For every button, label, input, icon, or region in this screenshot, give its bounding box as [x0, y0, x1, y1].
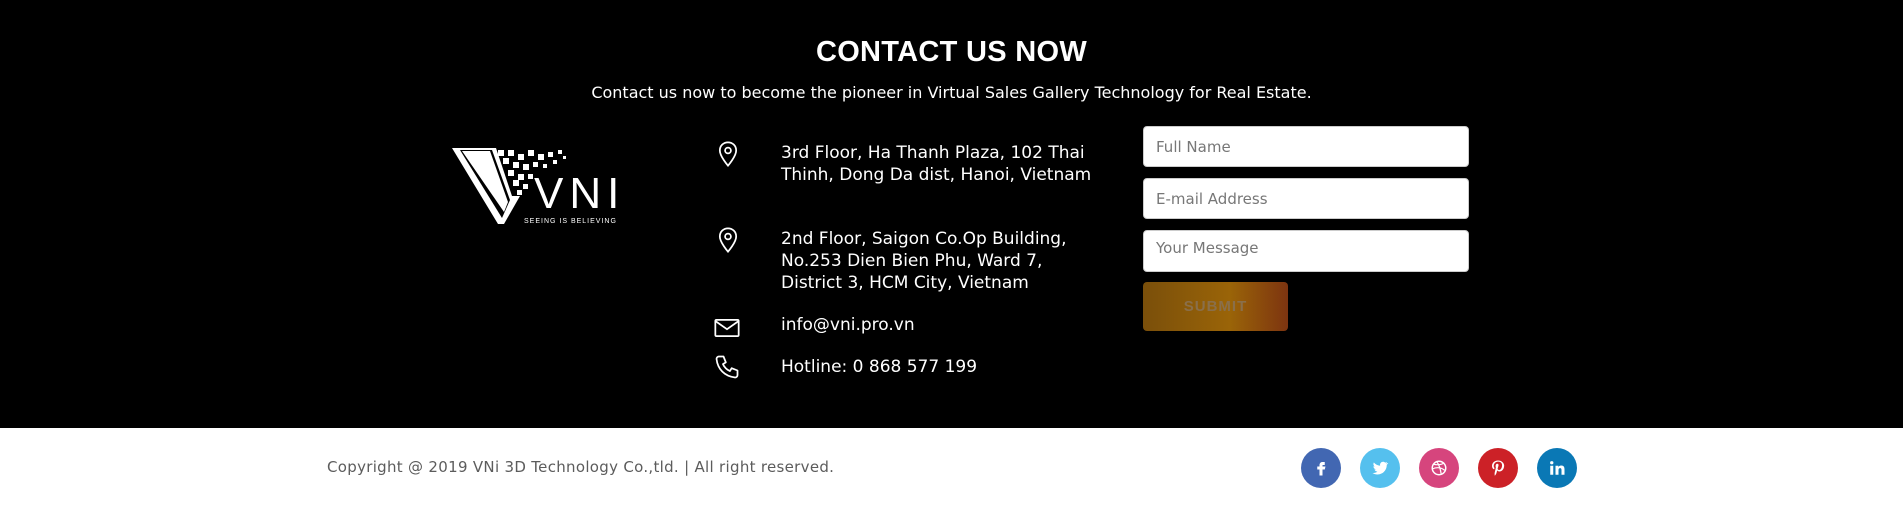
submit-button[interactable]: SUBMIT — [1143, 282, 1288, 331]
pinterest-button[interactable] — [1478, 448, 1518, 488]
twitter-button[interactable] — [1360, 448, 1400, 488]
email-link[interactable]: info@vni.pro.vn — [781, 314, 1101, 336]
section-title: CONTACT US NOW — [815, 36, 1088, 68]
pinterest-icon — [1492, 460, 1505, 476]
location-pin-icon — [718, 227, 738, 253]
twitter-icon — [1372, 461, 1389, 475]
phone-icon — [715, 355, 739, 379]
copyright-text: Copyright @ 2019 VNi 3D Technology Co.,t… — [327, 458, 835, 476]
location-pin-icon — [718, 141, 738, 167]
message-input[interactable] — [1143, 230, 1469, 272]
email-input[interactable] — [1143, 178, 1469, 219]
envelope-icon — [714, 318, 740, 338]
logo-tagline: SEEING IS BELIEVING — [524, 218, 617, 225]
address-hcm: 2nd Floor, Saigon Co.Op Building, No.253… — [781, 229, 1067, 293]
vni-logo: VNI SEEING IS BELIEVING — [452, 148, 625, 225]
linkedin-button[interactable] — [1537, 448, 1577, 488]
dribbble-button[interactable] — [1419, 448, 1459, 488]
facebook-icon — [1317, 462, 1326, 476]
linkedin-icon — [1550, 461, 1565, 475]
full-name-input[interactable] — [1143, 126, 1469, 167]
dribbble-icon — [1431, 460, 1447, 476]
logo-text: VNI — [534, 169, 625, 218]
hotline-text[interactable]: Hotline: 0 868 577 199 — [781, 356, 1101, 378]
section-subtitle: Contact us now to become the pioneer in … — [591, 83, 1312, 102]
facebook-button[interactable] — [1301, 448, 1341, 488]
contact-section: CONTACT US NOW Contact us now to become … — [0, 0, 1903, 428]
address-hanoi: 3rd Floor, Ha Thanh Plaza, 102 Thai Thin… — [781, 143, 1092, 185]
